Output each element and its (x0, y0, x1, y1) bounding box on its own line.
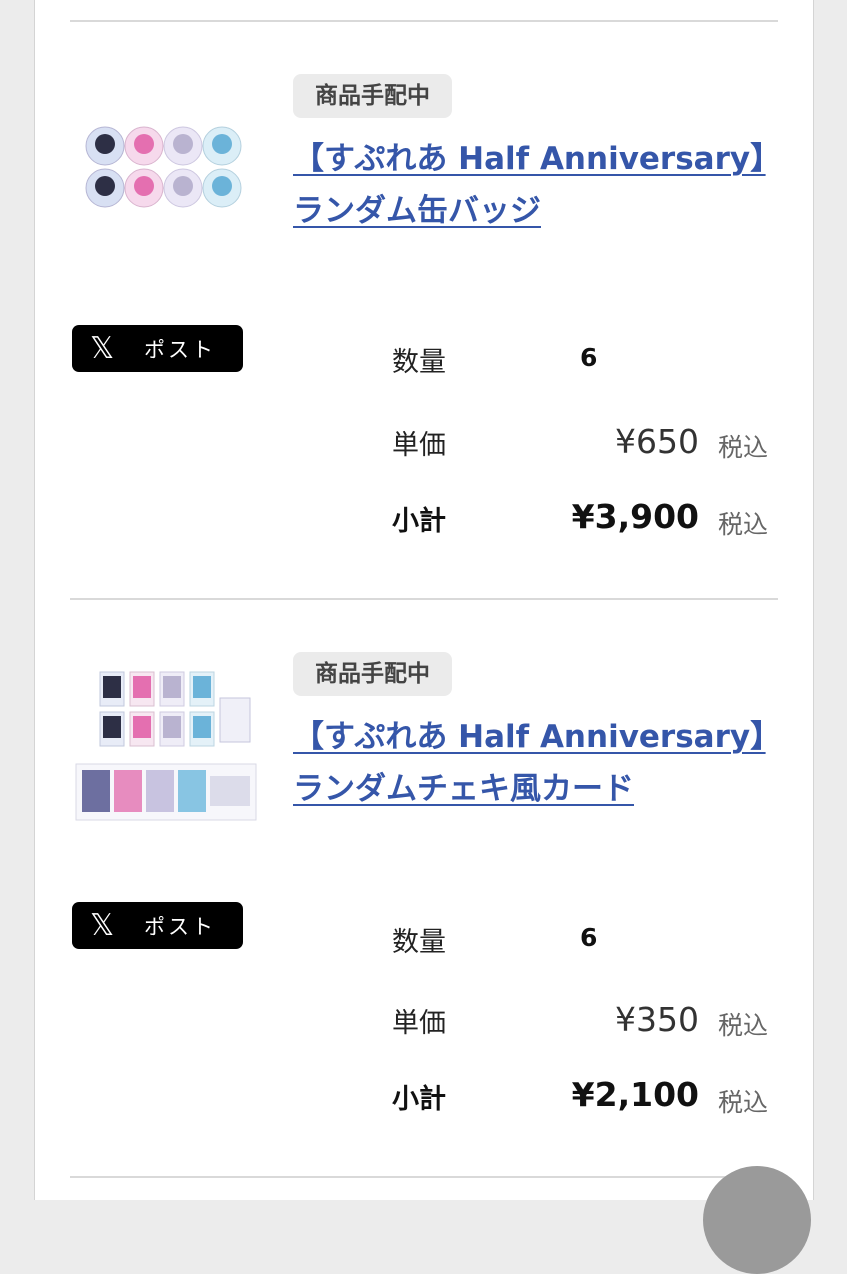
subtotal-tax: 税込 (718, 510, 769, 539)
scroll-to-top-button[interactable] (703, 1166, 811, 1274)
quantity-label: 数量 (392, 927, 446, 958)
status-badge: 商品手配中 (293, 652, 452, 696)
product-title-link[interactable]: 【すぷれあ Half Anniversary】ランダム缶バッジ (293, 133, 778, 237)
x-logo-icon: 𝕏 (90, 330, 115, 366)
x-post-button[interactable]: 𝕏 ポスト (72, 902, 243, 949)
quantity-value: 6 (580, 923, 598, 952)
subtotal-value: ¥2,100 (571, 1075, 699, 1114)
status-badge: 商品手配中 (293, 74, 452, 118)
unit-price-label: 単価 (392, 430, 446, 461)
post-label: ポスト (144, 337, 216, 362)
unit-price-label: 単価 (392, 1008, 446, 1039)
subtotal-tax: 税込 (718, 1088, 769, 1117)
x-logo-icon: 𝕏 (90, 907, 115, 943)
x-post-button[interactable]: 𝕏 ポスト (72, 325, 243, 372)
quantity-label: 数量 (392, 347, 446, 378)
unit-price-tax: 税込 (718, 1011, 769, 1040)
unit-price-tax: 税込 (718, 433, 769, 462)
unit-price-value: ¥350 (615, 1000, 699, 1039)
product-image-can-badges[interactable] (72, 110, 257, 270)
divider-top (70, 20, 778, 22)
item-divider (70, 598, 778, 600)
card-grid (75, 671, 257, 821)
badge-grid (85, 126, 242, 208)
product-title-link[interactable]: 【すぷれあ Half Anniversary】ランダムチェキ風カード (293, 711, 778, 815)
post-label: ポスト (144, 914, 216, 939)
subtotal-label: 小計 (392, 506, 446, 537)
subtotal-label: 小計 (392, 1084, 446, 1115)
unit-price-value: ¥650 (615, 422, 699, 461)
product-image-cheki-cards[interactable] (72, 668, 257, 828)
quantity-value: 6 (580, 343, 598, 372)
item-divider (70, 1176, 778, 1178)
subtotal-value: ¥3,900 (571, 497, 699, 536)
